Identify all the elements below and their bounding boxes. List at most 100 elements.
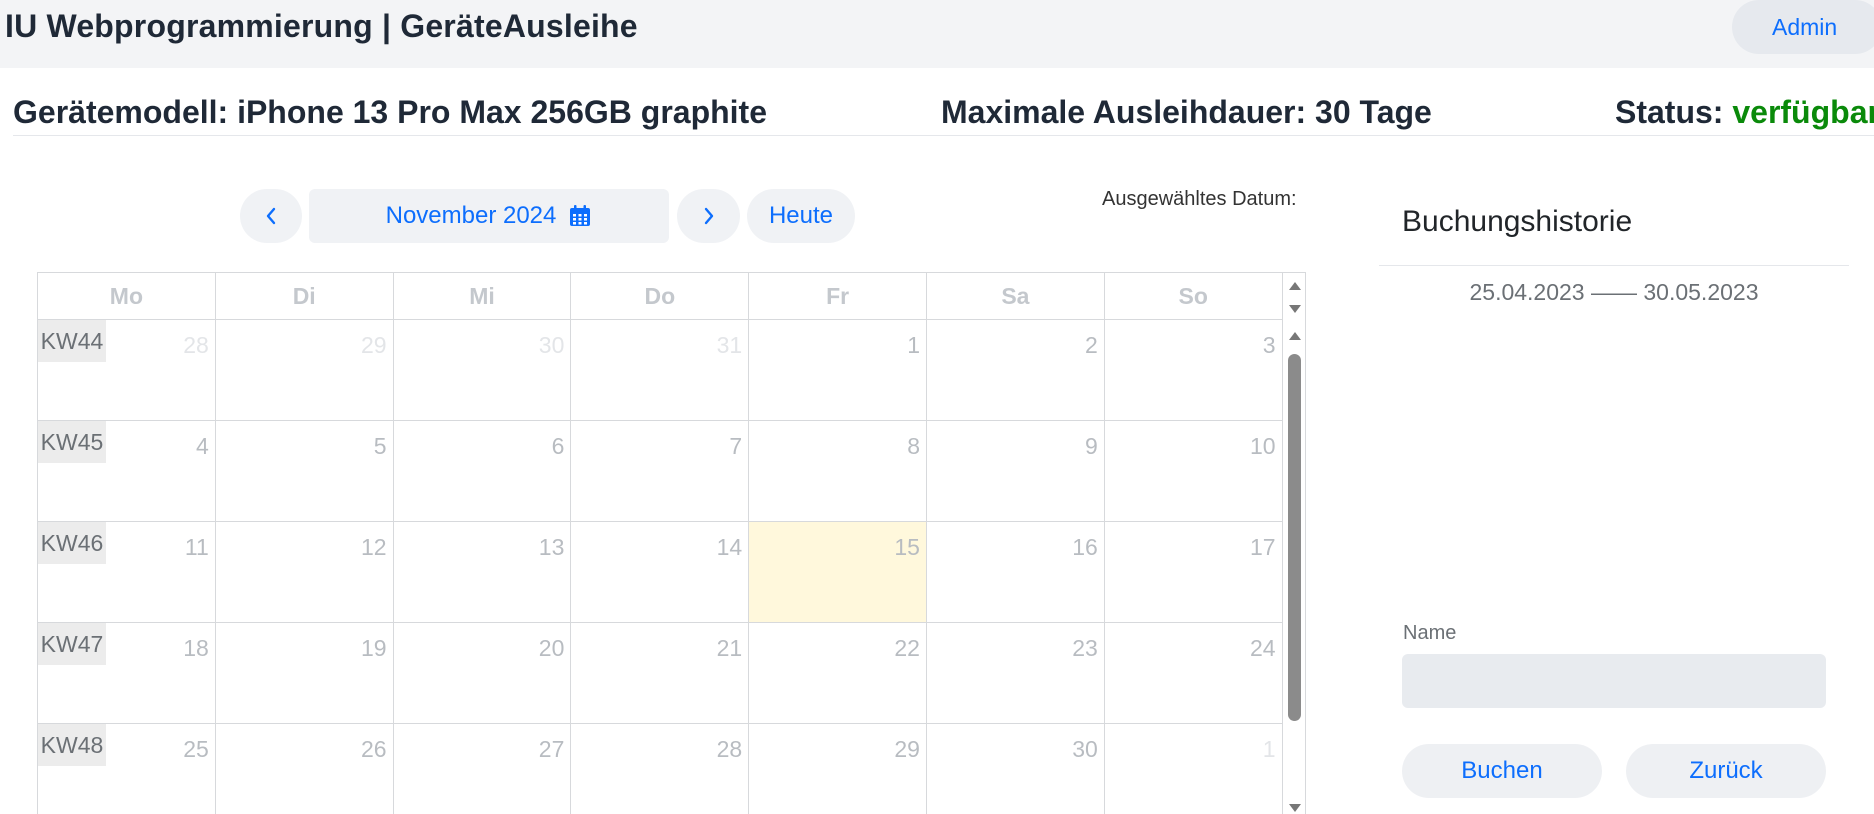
- day-number: 15: [894, 534, 920, 560]
- calendar-day[interactable]: 7: [571, 421, 750, 521]
- scroll-down-icon[interactable]: [1289, 305, 1301, 313]
- calendar-week-row: KW46 11 12 13 14 15 16 17: [38, 522, 1283, 623]
- weekday-saturday: Sa: [927, 273, 1105, 320]
- calendar-day[interactable]: 13: [394, 522, 572, 622]
- calendar-day[interactable]: 23: [927, 623, 1105, 723]
- calendar-week-row: KW45 4 5 6 7 8 9 10: [38, 421, 1283, 522]
- calendar-day[interactable]: 3: [1105, 320, 1283, 420]
- calendar-body: KW44 28 29 30 31 1 2 3 KW45 4 5 6 7 8 9 10 KW46 11 12 13 14 1…: [38, 320, 1283, 814]
- back-button[interactable]: Zurück: [1626, 744, 1826, 798]
- calendar-day-today[interactable]: 15: [749, 522, 927, 622]
- calendar-day[interactable]: 6: [394, 421, 572, 521]
- day-number: 11: [184, 534, 209, 560]
- calendar-day[interactable]: 22: [749, 623, 927, 723]
- calendar-day[interactable]: 8: [749, 421, 927, 521]
- admin-button[interactable]: Admin: [1732, 0, 1874, 54]
- device-model-value: iPhone 13 Pro Max 256GB graphite: [237, 94, 767, 130]
- day-number: 1: [1262, 736, 1276, 762]
- day-number: 22: [894, 635, 920, 661]
- month-picker-button[interactable]: November 2024: [309, 189, 669, 243]
- calendar-day[interactable]: 29: [216, 320, 394, 420]
- day-number: 21: [716, 635, 743, 661]
- scrollbar-thumb[interactable]: [1288, 354, 1301, 721]
- day-number: 19: [361, 635, 387, 661]
- day-number: 31: [716, 332, 743, 358]
- day-number: 10: [1249, 433, 1276, 459]
- calendar-day[interactable]: 30: [394, 320, 572, 420]
- day-number: 26: [361, 736, 387, 762]
- day-number: 27: [538, 736, 565, 762]
- top-navbar: IU Webprogrammierung | GeräteAusleihe Ad…: [0, 0, 1874, 68]
- calendar-grid: Mo Di Mi Do Fr Sa So KW44 28 29 30 31 1 2 3 KW45…: [37, 272, 1306, 814]
- next-month-button[interactable]: [677, 189, 740, 243]
- calendar-day[interactable]: 31: [571, 320, 750, 420]
- week-number-label: KW48: [38, 724, 106, 766]
- day-number: 29: [361, 332, 387, 358]
- calendar-day[interactable]: 12: [216, 522, 394, 622]
- day-number: 8: [907, 433, 920, 459]
- scroll-down-icon[interactable]: [1289, 804, 1301, 812]
- scroll-up-icon[interactable]: [1289, 282, 1301, 290]
- calendar-day[interactable]: 21: [571, 623, 750, 723]
- device-model: Gerätemodell: iPhone 13 Pro Max 256GB gr…: [13, 94, 767, 131]
- calendar-day[interactable]: 2: [927, 320, 1105, 420]
- name-input[interactable]: [1402, 654, 1826, 708]
- day-number: 16: [1072, 534, 1098, 560]
- chevron-left-icon: [266, 207, 276, 225]
- day-number: 6: [551, 433, 565, 459]
- day-number: 30: [538, 332, 565, 358]
- day-number: 28: [183, 332, 209, 358]
- day-number: 28: [716, 736, 743, 762]
- name-label: Name: [1403, 622, 1457, 644]
- day-number: 3: [1262, 332, 1276, 358]
- weekday-wednesday: Mi: [394, 273, 572, 320]
- max-loan-duration-label: Maximale Ausleihdauer:: [941, 94, 1316, 130]
- booking-history-title: Buchungshistorie: [1402, 205, 1633, 238]
- calendar-day[interactable]: 16: [927, 522, 1105, 622]
- day-number: 4: [196, 433, 209, 459]
- weekday-sunday: So: [1105, 273, 1283, 320]
- week-number-label: KW47: [38, 623, 106, 665]
- prev-month-button[interactable]: [240, 189, 302, 243]
- day-number: 24: [1249, 635, 1276, 661]
- max-loan-duration: Maximale Ausleihdauer: 30 Tage: [941, 94, 1432, 131]
- day-number: 5: [373, 433, 387, 459]
- weekday-thursday: Do: [571, 273, 750, 320]
- calendar-day[interactable]: 19: [216, 623, 394, 723]
- booking-history-entry: 25.04.2023 —— 30.05.2023: [1469, 279, 1759, 305]
- calendar-scrollbar[interactable]: [1283, 273, 1305, 814]
- calendar-week-row: KW44 28 29 30 31 1 2 3: [38, 320, 1283, 421]
- calendar-day[interactable]: 29: [749, 724, 927, 814]
- app-title: IU Webprogrammierung | GeräteAusleihe: [5, 8, 638, 44]
- calendar-week-row: KW48 25 26 27 28 29 30 1: [38, 724, 1283, 814]
- day-number: 2: [1084, 332, 1098, 358]
- calendar-day[interactable]: 10: [1105, 421, 1283, 521]
- weekday-friday: Fr: [749, 273, 927, 320]
- calendar-day[interactable]: 26: [216, 724, 394, 814]
- device-info-bar: Gerätemodell: iPhone 13 Pro Max 256GB gr…: [13, 92, 1874, 136]
- calendar-icon: [570, 205, 591, 226]
- calendar-day[interactable]: 17: [1105, 522, 1283, 622]
- history-divider: [1379, 265, 1849, 266]
- calendar-day[interactable]: 1: [749, 320, 927, 420]
- book-button[interactable]: Buchen: [1402, 744, 1602, 798]
- calendar-day[interactable]: 5: [216, 421, 394, 521]
- chevron-right-icon: [704, 207, 713, 225]
- calendar-day[interactable]: 20: [394, 623, 572, 723]
- scroll-up-icon[interactable]: [1289, 332, 1301, 340]
- today-button[interactable]: Heute: [747, 189, 855, 243]
- day-number: 17: [1249, 534, 1276, 560]
- calendar-day[interactable]: 1: [1105, 724, 1283, 814]
- day-number: 1: [907, 332, 920, 358]
- week-number-label: KW44: [38, 320, 106, 362]
- calendar-day[interactable]: 30: [927, 724, 1105, 814]
- selected-date-label: Ausgewähltes Datum:: [1102, 188, 1297, 210]
- calendar-day[interactable]: 24: [1105, 623, 1283, 723]
- day-number: 14: [716, 534, 743, 560]
- calendar-day[interactable]: 9: [927, 421, 1105, 521]
- day-number: 7: [729, 433, 743, 459]
- calendar-day[interactable]: 14: [571, 522, 750, 622]
- status-label: Status:: [1615, 94, 1733, 130]
- calendar-day[interactable]: 28: [571, 724, 750, 814]
- calendar-day[interactable]: 27: [394, 724, 572, 814]
